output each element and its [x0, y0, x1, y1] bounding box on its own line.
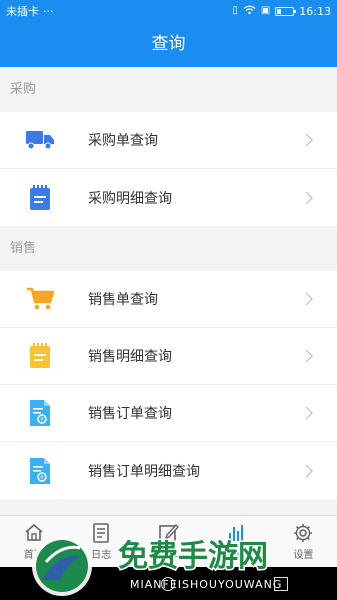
tab-query[interactable]: 查询	[202, 516, 269, 567]
cart-icon	[25, 285, 55, 313]
svg-text:¥: ¥	[40, 475, 43, 481]
home-icon	[23, 523, 45, 543]
tab-label: 设置	[293, 549, 314, 561]
status-dots: ···	[43, 4, 54, 18]
item-label: 销售订单明细查询	[88, 463, 200, 480]
wifi-icon	[243, 5, 256, 18]
sim-icon: ▣	[260, 5, 271, 16]
document-icon: ¥	[25, 457, 55, 485]
battery-icon	[275, 6, 297, 16]
chevron-right-icon	[300, 464, 313, 477]
list-item-purchase-order[interactable]: 采购单查询	[0, 112, 337, 169]
notepad-icon	[25, 184, 55, 212]
list-item-purchase-detail[interactable]: 采购明细查询	[0, 169, 337, 226]
document-icon: ¥	[25, 399, 55, 427]
item-label: 采购明细查询	[88, 190, 172, 207]
gear-icon	[292, 523, 314, 543]
bottom-tab-bar: 首页 日志 开单 查询 设置	[0, 515, 337, 567]
chevron-right-icon	[300, 292, 313, 306]
item-label: 销售订单查询	[88, 406, 172, 422]
carrier-text: 未插卡	[6, 5, 39, 18]
notepad-icon	[25, 342, 55, 370]
chevron-right-icon	[300, 133, 313, 147]
item-label: 采购单查询	[88, 133, 158, 149]
vibrate-icon: ▯	[232, 5, 238, 16]
clock: 16:13	[299, 4, 331, 18]
truck-icon	[25, 126, 55, 154]
edit-icon	[158, 523, 180, 543]
back-icon[interactable]	[49, 576, 62, 591]
system-nav-bar	[0, 567, 337, 600]
tab-settings[interactable]: 设置	[270, 516, 337, 567]
item-label: 销售单查询	[88, 292, 158, 308]
page-title: 查询	[151, 34, 186, 54]
section-purchase: 采购单查询 采购明细查询	[0, 112, 337, 226]
tab-home[interactable]: 首页	[0, 516, 67, 567]
chevron-right-icon	[300, 406, 313, 420]
section-header-purchase: 采购	[0, 67, 337, 112]
tab-label: 开单	[158, 549, 179, 561]
chevron-right-icon	[300, 191, 313, 204]
section-sales: 销售单查询 销售明细查询 ¥ 销售订单查询 ¥ 销售订单明细查询	[0, 271, 337, 499]
tab-label: 日志	[91, 549, 112, 561]
status-bar: 未插卡 ··· ▯ ▣ 16:13	[0, 0, 337, 22]
section-header-sales: 销售	[0, 226, 337, 271]
recents-icon[interactable]	[273, 576, 288, 591]
tab-log[interactable]: 日志	[67, 516, 134, 567]
home-button-icon[interactable]	[160, 576, 175, 591]
list-item-sales-order-detail[interactable]: ¥ 销售订单明细查询	[0, 442, 337, 499]
tab-billing[interactable]: 开单	[135, 516, 202, 567]
list-item-sales-detail[interactable]: 销售明细查询	[0, 328, 337, 385]
tab-label: 首页	[23, 549, 44, 561]
list-item-sales-order-query[interactable]: ¥ 销售订单查询	[0, 385, 337, 442]
top-bar: 未插卡 ··· ▯ ▣ 16:13 查询	[0, 0, 337, 67]
tab-label: 查询	[225, 549, 246, 561]
log-icon	[90, 522, 112, 543]
svg-text:¥: ¥	[40, 417, 43, 423]
query-list: 采购 采购单查询 采购明细查询 销售 销售单查询 销售明细查询 ¥ 销售订单查询…	[0, 67, 337, 499]
list-item-sales-order[interactable]: 销售单查询	[0, 271, 337, 328]
chart-icon	[225, 523, 247, 543]
item-label: 销售明细查询	[88, 349, 172, 365]
chevron-right-icon	[300, 349, 313, 363]
